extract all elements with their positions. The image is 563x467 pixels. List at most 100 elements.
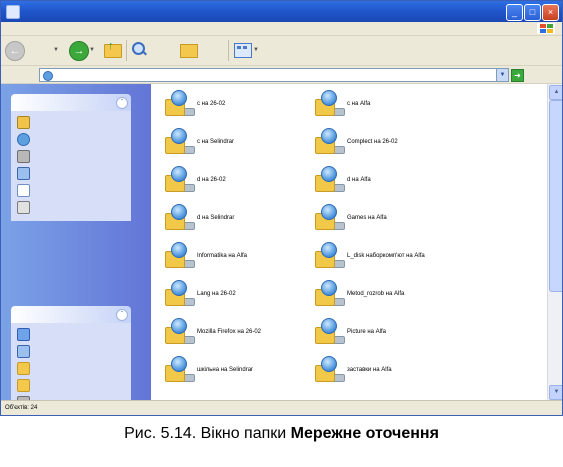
task-item[interactable] <box>17 115 127 129</box>
share-label: c на Alfa <box>347 101 371 107</box>
menu-bar <box>1 22 562 36</box>
chevron-down-icon[interactable]: ▼ <box>53 47 59 53</box>
panel-header[interactable]: ˆ <box>11 306 131 323</box>
maximize-button[interactable]: □ <box>524 4 541 21</box>
network-share-icon <box>163 318 195 348</box>
network-share-item[interactable]: c на Alfa <box>313 88 463 124</box>
share-label: Lang на 26-02 <box>197 291 236 297</box>
network-icon <box>43 71 53 81</box>
task-item[interactable] <box>17 200 127 214</box>
printer-icon <box>17 150 30 163</box>
forward-arrow-icon: → <box>69 41 89 61</box>
share-label: Mozilla Firefox на 26-02 <box>197 329 262 335</box>
up-folder-button[interactable]: ↑ <box>104 40 124 60</box>
chevron-down-icon[interactable]: ▼ <box>89 47 95 53</box>
network-share-icon <box>313 166 345 196</box>
collapse-icon[interactable]: ˆ <box>116 97 128 109</box>
status-bar: Об'єктів: 24 <box>1 400 562 415</box>
network-share-item[interactable]: d на Alfa <box>313 164 463 200</box>
network-share-item[interactable]: шкільна на Selindrar <box>163 354 313 390</box>
share-label: шкільна на Selindrar <box>197 367 254 373</box>
network-share-item[interactable]: L_disk наборкомп'ют на Alfa <box>313 240 463 276</box>
share-label: Complect на 26-02 <box>347 139 398 145</box>
network-share-icon <box>313 280 345 310</box>
place-item[interactable] <box>17 378 127 392</box>
close-button[interactable]: × <box>542 4 559 21</box>
network-items-view: c на 26-02 c на Alfa c на Selindrar Comp… <box>151 84 547 400</box>
toolbar: ← ▼ → ▼ ↑ ▼ <box>1 36 562 66</box>
search-button[interactable] <box>132 41 172 60</box>
scroll-up-icon[interactable]: ▲ <box>549 85 562 100</box>
folders-button[interactable] <box>180 41 224 60</box>
network-share-item[interactable]: Games на Alfa <box>313 202 463 238</box>
panel-header[interactable]: ˆ <box>11 94 131 111</box>
title-bar[interactable]: _ □ × <box>1 1 562 22</box>
network-share-item[interactable]: Informatika на Alfa <box>163 240 313 276</box>
share-label: c на 26-02 <box>197 101 226 107</box>
chevron-down-icon[interactable]: ▼ <box>496 69 508 81</box>
workgroup-computers-icon <box>17 184 30 197</box>
collapse-icon[interactable]: ˆ <box>116 309 128 321</box>
network-share-icon <box>163 242 195 272</box>
vertical-scrollbar[interactable]: ▲ ▼ <box>547 84 562 400</box>
network-share-icon <box>163 356 195 386</box>
my-computer-icon <box>17 345 30 358</box>
task-item[interactable] <box>17 166 127 180</box>
network-share-item[interactable]: Mozilla Firefox на 26-02 <box>163 316 313 352</box>
task-item[interactable] <box>17 132 127 146</box>
network-share-item[interactable]: Lang на 26-02 <box>163 278 313 314</box>
network-share-item[interactable]: d на 26-02 <box>163 164 313 200</box>
views-button[interactable]: ▼ <box>234 41 260 60</box>
search-icon <box>132 42 147 56</box>
network-share-item[interactable]: Complect на 26-02 <box>313 126 463 162</box>
toolbar-divider <box>126 40 127 61</box>
network-share-icon <box>313 242 345 272</box>
network-share-item[interactable]: c на Selindrar <box>163 126 313 162</box>
task-pane: ˆ ˆ <box>1 84 151 415</box>
share-label: d на Selindrar <box>197 215 235 221</box>
figure-caption: Рис. 5.14. Вікно папки Мережне оточення <box>0 425 563 443</box>
network-tasks-panel: ˆ <box>11 94 131 221</box>
address-bar: ▼ ➜ <box>1 66 562 84</box>
share-label: Informatika на Alfa <box>197 253 248 259</box>
network-share-icon <box>163 128 195 158</box>
share-label: L_disk наборкомп'ют на Alfa <box>347 253 425 259</box>
network-share-icon <box>163 166 195 196</box>
forward-button[interactable]: → ▼ <box>69 41 95 61</box>
network-share-icon <box>313 318 345 348</box>
shared-documents-icon <box>17 379 30 392</box>
desktop-icon <box>17 328 30 341</box>
task-item[interactable] <box>17 183 127 197</box>
address-input[interactable]: ▼ <box>39 68 509 82</box>
upnp-icon <box>17 201 30 214</box>
place-item[interactable] <box>17 344 127 358</box>
network-share-icon <box>313 128 345 158</box>
network-share-item[interactable]: c на 26-02 <box>163 88 313 124</box>
share-label: c на Selindrar <box>197 139 234 145</box>
place-item[interactable] <box>17 361 127 375</box>
folders-icon <box>180 44 198 58</box>
go-button[interactable]: ➜ <box>511 69 559 82</box>
explorer-window: _ □ × ← ▼ → ▼ ↑ ▼ ▼ ➜ ˆ ˆ c на 26-02 c н… <box>0 0 563 416</box>
task-item[interactable] <box>17 149 127 163</box>
network-share-icon <box>313 90 345 120</box>
scroll-thumb[interactable] <box>549 100 562 292</box>
network-share-item[interactable]: d на Selindrar <box>163 202 313 238</box>
chevron-down-icon[interactable]: ▼ <box>253 47 259 53</box>
network-share-item[interactable]: Metod_rozrob на Alfa <box>313 278 463 314</box>
back-button[interactable]: ← ▼ <box>5 41 65 61</box>
share-label: d на Alfa <box>347 177 371 183</box>
minimize-button[interactable]: _ <box>506 4 523 21</box>
place-item[interactable] <box>17 327 127 341</box>
share-label: Games на Alfa <box>347 215 387 221</box>
views-icon <box>234 43 252 58</box>
toolbar-divider <box>228 40 229 61</box>
caption-bold: Мережне оточення <box>290 425 439 442</box>
windows-logo-icon <box>537 23 555 34</box>
network-share-item[interactable]: заставки на Alfa <box>313 354 463 390</box>
network-share-item[interactable]: Picture на Alfa <box>313 316 463 352</box>
caption-prefix: Рис. 5.14. Вікно папки <box>124 425 291 442</box>
network-share-icon <box>163 204 195 234</box>
scroll-down-icon[interactable]: ▼ <box>549 385 562 400</box>
go-arrow-icon: ➜ <box>511 69 524 82</box>
